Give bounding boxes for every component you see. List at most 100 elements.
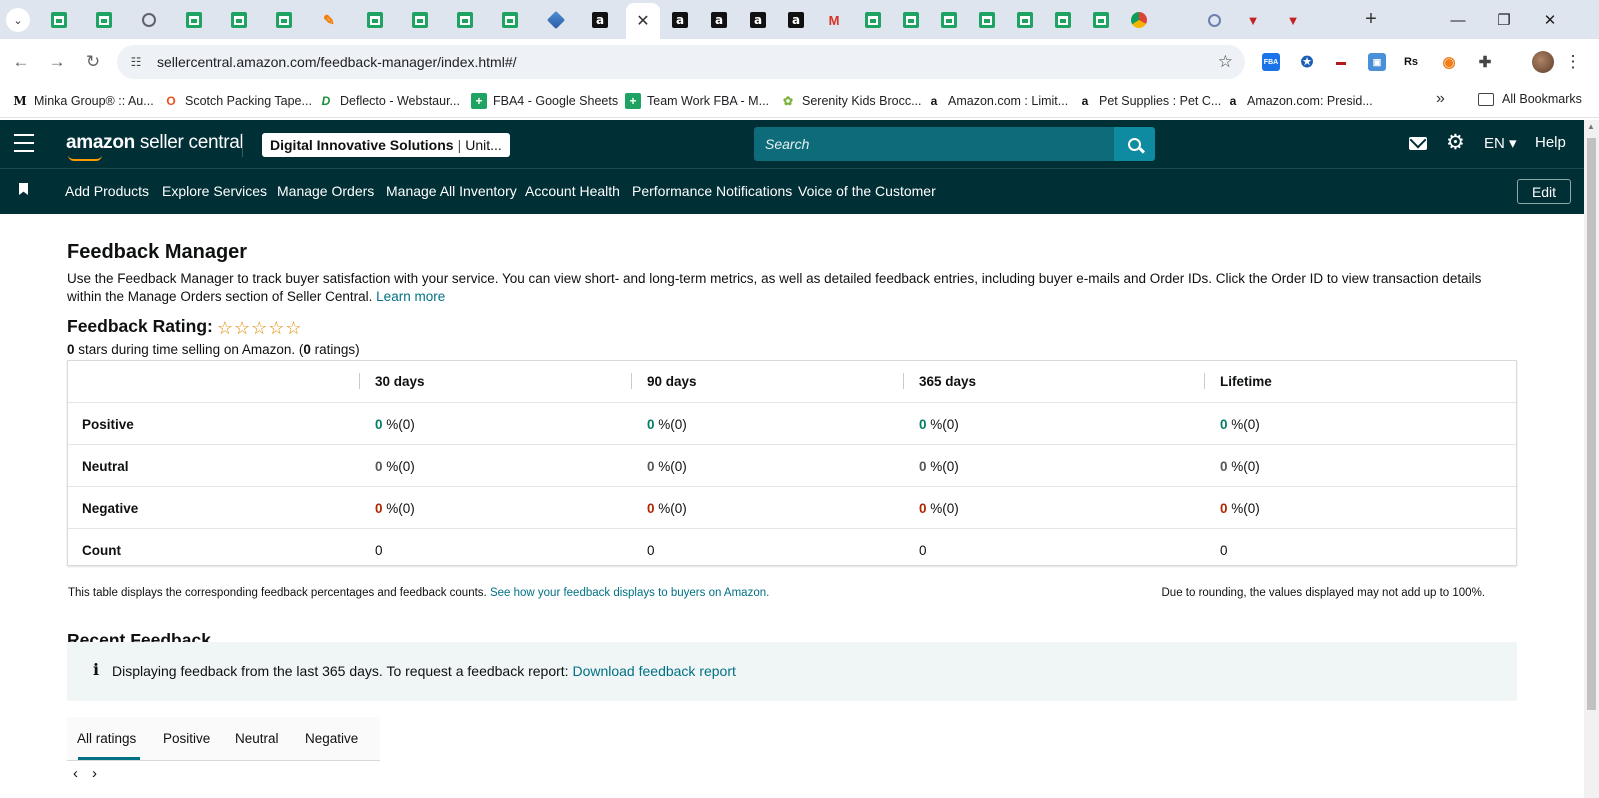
keepa-extension-icon[interactable]: ▬ bbox=[1332, 53, 1350, 71]
previous-page-icon[interactable]: ‹ bbox=[73, 765, 78, 782]
site-info-icon[interactable]: ☷ bbox=[127, 53, 145, 71]
browser-tab[interactable] bbox=[862, 9, 884, 31]
edit-nav-button[interactable]: Edit bbox=[1517, 179, 1571, 204]
language-selector[interactable]: EN ▾ bbox=[1484, 134, 1517, 152]
nav-performance-notifications[interactable]: Performance Notifications bbox=[632, 183, 792, 199]
page-description: Use the Feedback Manager to track buyer … bbox=[67, 270, 1517, 306]
tab-neutral[interactable]: Neutral bbox=[235, 731, 279, 746]
reload-icon[interactable]: ↻ bbox=[80, 49, 106, 75]
browser-tab[interactable]: ▼ bbox=[1242, 9, 1264, 31]
browser-tab[interactable] bbox=[273, 9, 295, 31]
browser-tab[interactable] bbox=[1167, 9, 1189, 31]
browser-tab[interactable] bbox=[228, 9, 250, 31]
bookmark-item[interactable]: + FBA4 - Google Sheets bbox=[471, 92, 618, 110]
tab-positive[interactable]: Positive bbox=[163, 731, 210, 746]
bookmark-item[interactable]: O Scotch Packing Tape... bbox=[163, 92, 312, 110]
bookmark-item[interactable]: + Team Work FBA - M... bbox=[625, 92, 769, 110]
new-tab-button[interactable]: + bbox=[1360, 8, 1382, 30]
browser-tab[interactable]: ▼ bbox=[1282, 9, 1304, 31]
browser-tab[interactable]: M bbox=[823, 9, 845, 31]
feedback-display-link[interactable]: See how your feedback displays to buyers… bbox=[490, 587, 769, 599]
bookmark-star-icon[interactable]: ☆ bbox=[1218, 52, 1233, 72]
profile-avatar[interactable] bbox=[1532, 51, 1554, 73]
learn-more-link[interactable]: Learn more bbox=[376, 289, 445, 304]
count-suffix: %(0) bbox=[382, 459, 415, 474]
table-cell: 0 bbox=[919, 543, 927, 558]
hamburger-menu-icon[interactable] bbox=[14, 134, 34, 152]
all-bookmarks-button[interactable]: All Bookmarks bbox=[1478, 92, 1582, 106]
download-feedback-report-link[interactable]: Download feedback report bbox=[572, 663, 735, 679]
bookmark-item[interactable]: a Amazon.com: Presid... bbox=[1225, 92, 1373, 110]
nav-account-health[interactable]: Account Health bbox=[525, 183, 620, 199]
count-suffix: %(0) bbox=[926, 417, 959, 432]
browser-tab[interactable] bbox=[1203, 9, 1225, 31]
bookmark-item[interactable]: D Deflecto - Webstaur... bbox=[318, 92, 460, 110]
scroll-thumb[interactable] bbox=[1587, 138, 1596, 710]
search-button[interactable] bbox=[1114, 127, 1155, 161]
nav-manage-all-inventory[interactable]: Manage All Inventory bbox=[386, 183, 517, 199]
helium-extension-icon[interactable]: ✪ bbox=[1298, 53, 1316, 71]
nav-voice-of-the-customer[interactable]: Voice of the Customer bbox=[798, 183, 936, 199]
bookmark-item[interactable]: ✿ Serenity Kids Brocc... bbox=[780, 92, 922, 110]
nav-add-products[interactable]: Add Products bbox=[65, 183, 149, 199]
orange-extension-icon[interactable]: ◉ bbox=[1440, 53, 1458, 71]
browser-tab[interactable] bbox=[499, 9, 521, 31]
mail-icon[interactable] bbox=[1409, 137, 1427, 150]
settings-gear-icon[interactable]: ⚙ bbox=[1446, 132, 1465, 153]
fba-extension-icon[interactable]: FBA bbox=[1262, 53, 1280, 71]
bookmark-icon[interactable] bbox=[19, 183, 28, 195]
search-input[interactable]: Search bbox=[754, 127, 1116, 161]
browser-tab[interactable] bbox=[138, 9, 160, 31]
chrome-menu-icon[interactable]: ⋮ bbox=[1565, 51, 1582, 73]
url-text[interactable]: sellercentral.amazon.com/feedback-manage… bbox=[157, 54, 517, 70]
close-tab-icon[interactable]: ✕ bbox=[636, 11, 649, 31]
browser-tab[interactable]: a bbox=[708, 9, 730, 31]
browser-tab[interactable] bbox=[1128, 9, 1150, 31]
rs-extension-icon[interactable]: Rs bbox=[1402, 53, 1420, 71]
browser-tab[interactable]: a bbox=[785, 9, 807, 31]
browser-tab[interactable] bbox=[364, 9, 386, 31]
browser-tab[interactable] bbox=[409, 9, 431, 31]
nav-explore-services[interactable]: Explore Services bbox=[162, 183, 267, 199]
browser-tab[interactable] bbox=[976, 9, 998, 31]
tab-negative[interactable]: Negative bbox=[305, 731, 358, 746]
sheets-icon bbox=[231, 12, 247, 28]
browser-tab[interactable] bbox=[1052, 9, 1074, 31]
browser-tab[interactable] bbox=[48, 9, 70, 31]
browser-tab[interactable]: a bbox=[747, 9, 769, 31]
tab-search-chevron-icon[interactable]: ⌄ bbox=[6, 8, 30, 32]
active-tab[interactable]: ✕ bbox=[626, 3, 660, 39]
forward-arrow-icon[interactable]: → bbox=[44, 49, 70, 75]
help-link[interactable]: Help bbox=[1535, 134, 1566, 151]
seller-central-logo[interactable]: amazon seller central bbox=[66, 132, 244, 154]
browser-tab[interactable] bbox=[93, 9, 115, 31]
table-cell: 0 bbox=[1220, 543, 1228, 558]
browser-tab[interactable] bbox=[900, 9, 922, 31]
browser-tab[interactable] bbox=[1090, 9, 1112, 31]
browser-tab[interactable] bbox=[454, 9, 476, 31]
minimize-button[interactable]: — bbox=[1445, 8, 1471, 32]
scroll-up-icon[interactable]: ▲ bbox=[1587, 122, 1595, 131]
address-bar[interactable]: ☷ sellercentral.amazon.com/feedback-mana… bbox=[117, 45, 1245, 79]
close-window-button[interactable]: ✕ bbox=[1537, 8, 1563, 32]
restore-button[interactable]: ❐ bbox=[1491, 8, 1517, 32]
next-page-icon[interactable]: › bbox=[92, 765, 97, 782]
bookmark-item[interactable]: a Amazon.com : Limit... bbox=[926, 92, 1069, 110]
browser-tab[interactable] bbox=[545, 9, 567, 31]
bookmark-item[interactable]: M Minka Group® :: Au... bbox=[12, 92, 153, 110]
puzzle-extensions-icon[interactable]: ✚ bbox=[1476, 53, 1494, 71]
browser-tab[interactable] bbox=[938, 9, 960, 31]
account-switcher[interactable]: Digital Innovative Solutions | Unit... bbox=[262, 133, 510, 157]
tab-all-ratings[interactable]: All ratings bbox=[77, 731, 136, 746]
page-scrollbar[interactable]: ▲ bbox=[1584, 120, 1599, 798]
back-arrow-icon[interactable]: ← bbox=[8, 49, 34, 75]
browser-tab[interactable]: ✎ bbox=[318, 9, 340, 31]
image-extension-icon[interactable]: ▣ bbox=[1368, 53, 1386, 71]
bookmark-item[interactable]: a Pet Supplies : Pet C... bbox=[1077, 92, 1222, 110]
nav-manage-orders[interactable]: Manage Orders bbox=[277, 183, 374, 199]
browser-tab[interactable]: a bbox=[589, 9, 611, 31]
browser-tab[interactable] bbox=[183, 9, 205, 31]
browser-tab[interactable]: a bbox=[669, 9, 691, 31]
browser-tab[interactable] bbox=[1014, 9, 1036, 31]
bookmarks-overflow-icon[interactable]: » bbox=[1436, 90, 1445, 108]
